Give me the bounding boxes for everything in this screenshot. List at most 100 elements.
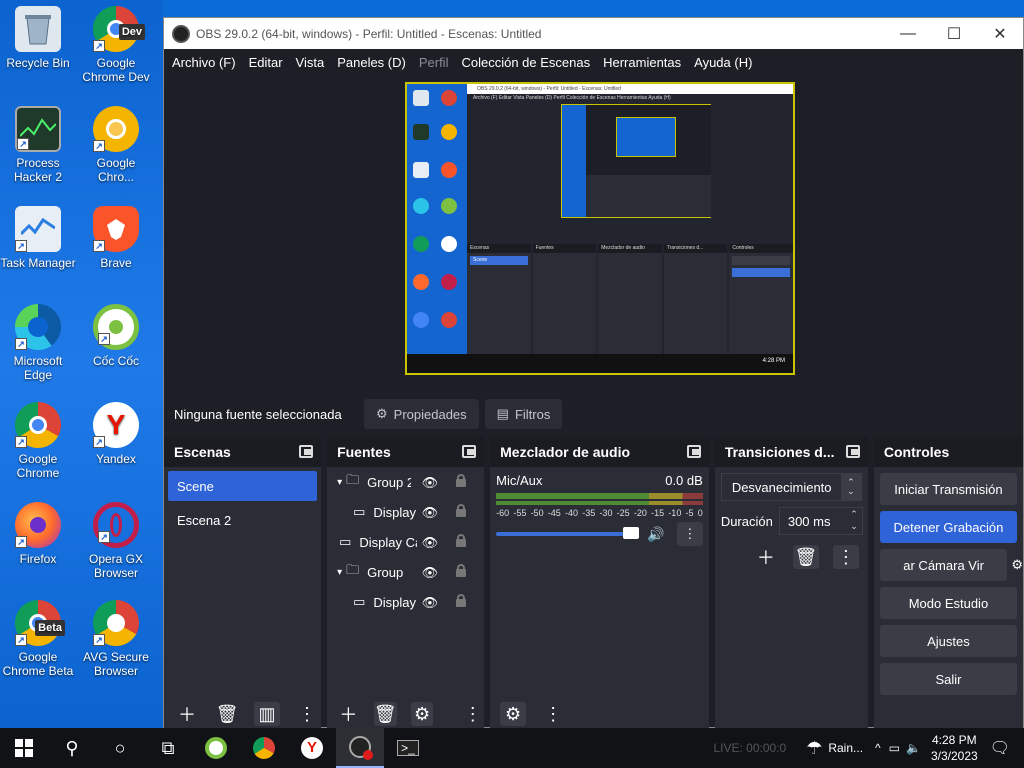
task-view-button[interactable]: ⧉ [144,728,192,768]
stop-recording-button[interactable]: Detener Grabación [879,511,1017,543]
chrome-canary-icon: ↗ [93,106,139,152]
channel-menu-button[interactable]: ⋮ [676,522,703,546]
taskbar-obs[interactable] [336,728,384,768]
visibility-eye-icon[interactable]: 👁 [422,505,439,521]
remove-scene-button[interactable]: 🗑 [214,702,240,726]
undock-icon[interactable] [299,445,314,458]
lock-icon[interactable] [456,534,467,547]
filters-button[interactable]: ▤ Filtros [484,399,563,429]
maximize-button[interactable]: ☐ [931,24,977,44]
desktop-icon-opera-gx[interactable]: ↗ Opera GX Browser [78,502,154,580]
exit-button[interactable]: Salir [879,663,1017,695]
close-button[interactable]: ✕ [977,24,1023,44]
preview-canvas[interactable]: OBS 29.0.2 (64-bit, windows) - Perfil: U… [405,82,795,375]
transition-select[interactable]: Desvanecimiento ⌃ ⌄ [720,473,862,501]
desktop-icon-edge[interactable]: ↗ Microsoft Edge [0,304,76,382]
menu-herramientas[interactable]: Herramientas [603,55,681,70]
lock-icon[interactable] [456,474,467,487]
taskbar-coccoc[interactable] [192,728,240,768]
spin-arrows-icon[interactable]: ⌃ ⌄ [850,508,858,532]
clock[interactable]: 4:28 PM 3/3/2023 [931,732,978,764]
scene-item[interactable]: Scene [168,471,318,501]
remove-source-button[interactable]: 🗑 [373,702,397,726]
remove-transition-button[interactable]: 🗑 [792,545,819,569]
start-streaming-button[interactable]: Iniciar Transmisión [879,473,1017,505]
menu-perfil[interactable]: Perfil [419,55,449,70]
mixer-channel: Mic/Aux 0.0 dB -60 -55 -50 -45 -40 -35 -30 -25-… [490,467,709,552]
add-scene-button[interactable]: ＋ [174,702,200,726]
settings-button[interactable]: Ajustes [879,625,1017,657]
cortana-button[interactable]: ○ [96,728,144,768]
mixer-settings-button[interactable]: ⚙ [500,702,527,726]
volume-slider[interactable] [496,527,640,539]
weather-umbrella-icon[interactable]: ☂ [806,738,822,759]
network-icon[interactable]: ▭ [889,741,900,755]
visibility-eye-icon[interactable]: 👁 [422,475,439,491]
desktop-icon-chrome-canary[interactable]: ↗ Google Chro... [78,106,154,184]
properties-button[interactable]: ⚙ Propiedades [364,399,479,429]
volume-slider-handle[interactable] [623,527,640,539]
desktop-icon-chrome-beta[interactable]: Beta ↗ Google Chrome Beta [0,600,76,678]
visibility-eye-icon[interactable]: 👁 [422,535,439,551]
weather-label[interactable]: Rain... [828,741,863,755]
desktop-icon-brave[interactable]: ↗ Brave [78,206,154,270]
source-row[interactable]: ▭ Display 👁 [327,587,484,617]
menu-coleccion-escenas[interactable]: Colección de Escenas [461,55,590,70]
title-bar[interactable]: OBS 29.0.2 (64-bit, windows) - Perfil: U… [164,18,1023,49]
undock-icon[interactable] [845,445,860,458]
source-row[interactable]: ▭ Display Capture 👁 [327,527,484,557]
sources-title: Fuentes [337,444,391,460]
source-more-button[interactable]: ⋮ [461,702,484,726]
lock-icon[interactable] [456,594,467,607]
menu-ayuda[interactable]: Ayuda (H) [694,55,752,70]
display-icon: ▭ [339,534,352,549]
desktop-icon-firefox[interactable]: ↗ Firefox [0,502,76,566]
studio-mode-button[interactable]: Modo Estudio [879,587,1017,619]
lock-icon[interactable] [456,564,467,577]
undock-icon[interactable] [686,445,701,458]
scene-filters-button[interactable]: ▥ [254,702,280,726]
speaker-icon[interactable]: 🔊 [647,526,664,543]
source-row[interactable]: ▭ Display 👁 [327,497,484,527]
menu-archivo[interactable]: Archivo (F) [172,55,236,70]
desktop-icon-yandex[interactable]: Y ↗ Yandex [78,402,154,466]
start-virtual-camera-button[interactable]: ar Cámara Vir [879,549,1008,581]
minimize-button[interactable]: — [885,25,931,43]
start-button[interactable] [0,728,48,768]
notification-icon[interactable]: 🗨 [990,738,1010,758]
volume-icon[interactable]: 🔈 [906,741,921,755]
menu-vista[interactable]: Vista [296,55,325,70]
scene-more-button[interactable]: ⋮ [294,702,320,726]
taskbar-terminal[interactable]: >_ [384,728,432,768]
search-button[interactable]: ⚲ [48,728,96,768]
desktop-icon-avg-browser[interactable]: ↗ AVG Secure Browser [78,600,154,678]
lock-icon[interactable] [456,504,467,517]
undock-icon[interactable] [462,445,477,458]
mixer-more-button[interactable]: ⋮ [540,702,566,726]
chevron-up-icon[interactable]: ^ [875,741,881,755]
visibility-eye-icon[interactable]: 👁 [422,595,439,611]
source-properties-button[interactable]: ⚙ [410,702,434,726]
menu-paneles[interactable]: Paneles (D) [337,55,406,70]
add-transition-button[interactable]: ＋ [753,545,779,569]
desktop-icon-coccoc[interactable]: ↗ Cốc Cốc [78,304,154,368]
desktop-icon-chrome-dev[interactable]: Dev ↗ Google Chrome Dev [78,6,154,84]
taskbar-chrome-canary[interactable] [240,728,288,768]
taskbar-yandex[interactable]: Y [288,728,336,768]
desktop-icon-label: Opera GX Browser [88,552,144,580]
scene-item[interactable]: Escena 2 [168,505,317,535]
desktop-icon-process-hacker[interactable]: ↗ Process Hacker 2 [0,106,76,184]
visibility-eye-icon[interactable]: 👁 [422,565,439,581]
desktop-icon-recycle-bin[interactable]: Recycle Bin [0,6,76,70]
no-source-selected-label: Ninguna fuente seleccionada [174,406,342,422]
transition-more-button[interactable]: ⋮ [832,545,859,569]
add-source-button[interactable]: ＋ [337,702,360,726]
chrome-beta-icon: Beta ↗ [15,600,65,646]
duration-spinbox[interactable]: 300 ms ⌃ ⌄ [778,507,863,535]
desktop-icon-task-manager[interactable]: ↗ Task Manager [0,206,76,270]
virtual-camera-settings-icon[interactable]: ⚙ [1011,557,1023,573]
desktop-icon-chrome[interactable]: ↗ Google Chrome [0,402,76,480]
source-row[interactable]: ▾ 🗀 Group 2 👁 [327,467,484,497]
menu-editar[interactable]: Editar [249,55,283,70]
source-row[interactable]: ▾ 🗀 Group 👁 [327,557,484,587]
